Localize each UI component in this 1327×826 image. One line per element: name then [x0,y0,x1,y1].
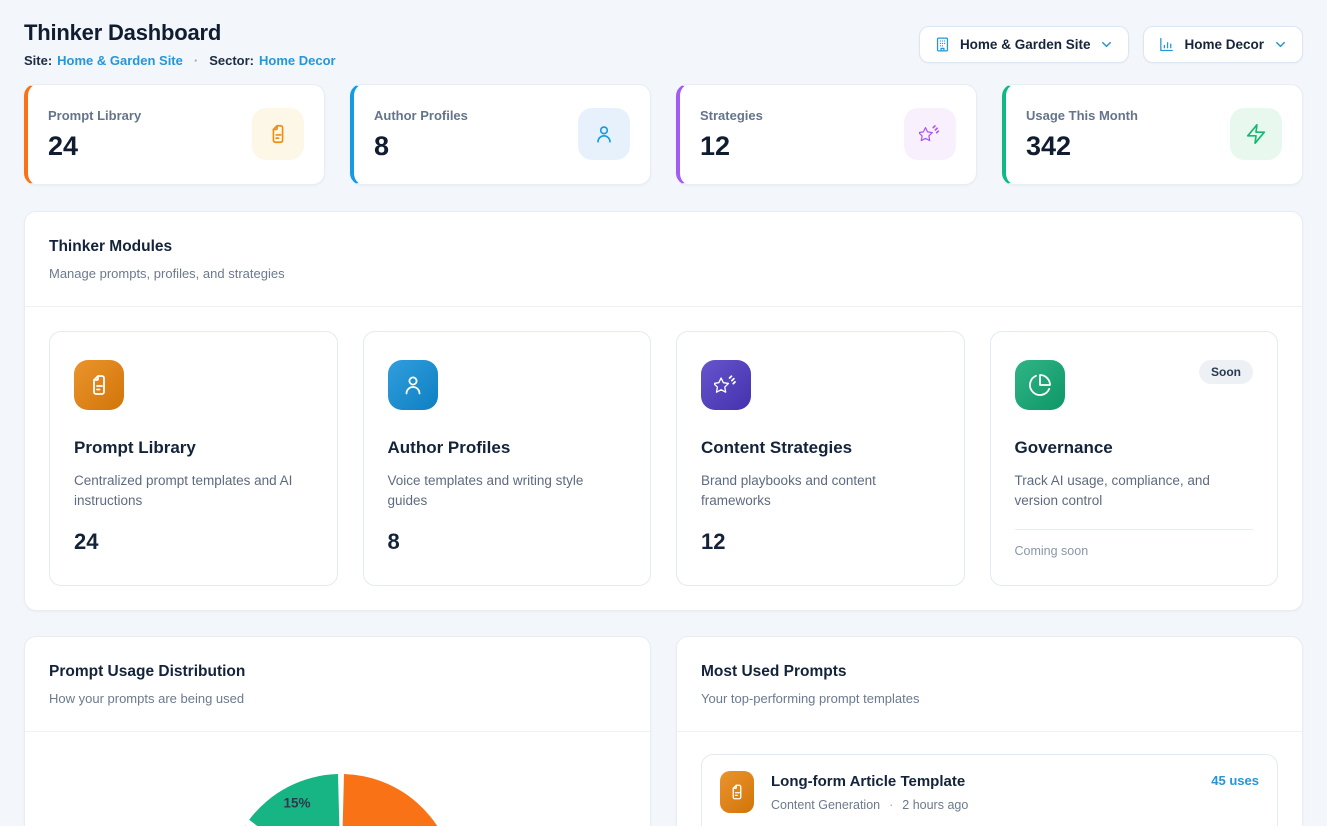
site-link[interactable]: Home & Garden Site [57,53,183,69]
modules-grid: Prompt Library Centralized prompt templa… [25,307,1302,610]
module-count: 12 [701,529,940,555]
chevron-down-icon [1273,37,1288,52]
donut-segment-orange-slice [342,774,456,826]
prompts-list: Long-form Article Template Content Gener… [677,732,1302,826]
breadcrumb: Site: Home & Garden Site · Sector: Home … [24,53,336,69]
title-block: Thinker Dashboard Site: Home & Garden Si… [24,20,336,69]
module-title: Author Profiles [388,437,627,458]
file-text-icon [720,771,754,813]
usage-donut-chart: 15% [221,769,461,826]
module-card-content-strategies[interactable]: Content Strategies Brand playbooks and c… [676,331,965,586]
star-sparkle-icon [904,108,956,160]
user-icon [578,108,630,160]
module-description: Centralized prompt templates and AI inst… [74,471,313,511]
stat-value: 24 [48,130,141,162]
chart-subtitle: How your prompts are being used [49,690,626,707]
star-sparkle-icon [701,360,751,410]
site-selector-label: Home & Garden Site [960,37,1091,52]
module-card-prompt-library[interactable]: Prompt Library Centralized prompt templa… [49,331,338,586]
usage-distribution-card: Prompt Usage Distribution How your promp… [24,636,651,826]
file-text-icon [252,108,304,160]
module-count: 24 [74,529,313,555]
stat-value: 12 [700,130,763,162]
chart-title: Prompt Usage Distribution [49,662,626,681]
section-subtitle: Manage prompts, profiles, and strategies [49,265,1278,282]
prompt-category: Content Generation [771,798,880,812]
donut-segment-label: 15% [283,796,310,811]
stat-label: Usage This Month [1026,107,1138,124]
chart-card-header: Prompt Usage Distribution How your promp… [25,637,650,732]
site-selector-dropdown[interactable]: Home & Garden Site [919,26,1130,63]
stat-value: 342 [1026,130,1138,162]
module-title: Governance [1015,437,1254,458]
module-description: Brand playbooks and content frameworks [701,471,940,511]
topbar: Thinker Dashboard Site: Home & Garden Si… [24,20,1303,69]
coming-soon-label: Coming soon [1015,544,1254,558]
stat-card-strategies: Strategies 12 [676,84,977,185]
prompt-time: 2 hours ago [902,798,968,812]
sector-selector-dropdown[interactable]: Home Decor [1143,26,1303,63]
prompt-title: Long-form Article Template [771,772,1194,791]
stat-label: Author Profiles [374,107,468,124]
module-title: Prompt Library [74,437,313,458]
status-badge: Soon [1199,360,1253,384]
module-title: Content Strategies [701,437,940,458]
stat-card-author-profiles: Author Profiles 8 [350,84,651,185]
usage-count-badge: 45 uses [1211,773,1259,788]
module-description: Voice templates and writing style guides [388,471,627,511]
prompts-subtitle: Your top-performing prompt templates [701,690,1278,707]
sector-label: Sector: [209,53,254,69]
stat-card-prompt-library: Prompt Library 24 [24,84,325,185]
site-label: Site: [24,53,52,69]
page-title: Thinker Dashboard [24,20,336,46]
bottom-row: Prompt Usage Distribution How your promp… [24,636,1303,826]
module-description: Track AI usage, compliance, and version … [1015,471,1254,511]
stat-label: Strategies [700,107,763,124]
module-card-author-profiles[interactable]: Author Profiles Voice templates and writ… [363,331,652,586]
sector-link[interactable]: Home Decor [259,53,336,69]
divider [1015,529,1254,530]
prompts-title: Most Used Prompts [701,662,1278,681]
prompt-meta: Content Generation · 2 hours ago [771,798,1194,812]
pie-chart-icon [1015,360,1065,410]
dashboard-page: Thinker Dashboard Site: Home & Garden Si… [0,0,1327,826]
breadcrumb-separator: · [194,53,198,69]
thinker-modules-section: Thinker Modules Manage prompts, profiles… [24,211,1303,611]
stat-card-usage: Usage This Month 342 [1002,84,1303,185]
building-icon [934,36,951,53]
stats-row: Prompt Library 24 Author Profiles 8 Stra… [24,84,1303,185]
section-title: Thinker Modules [49,237,1278,256]
user-icon [388,360,438,410]
meta-separator: · [889,798,893,812]
file-text-icon [74,360,124,410]
sector-selector-label: Home Decor [1184,37,1264,52]
module-count: 8 [388,529,627,555]
module-card-governance[interactable]: Soon Governance Track AI usage, complian… [990,331,1279,586]
topbar-actions: Home & Garden Site Home Decor [919,26,1303,63]
stat-label: Prompt Library [48,107,141,124]
list-item-prompt[interactable]: Long-form Article Template Content Gener… [701,754,1278,826]
chevron-down-icon [1099,37,1114,52]
most-used-prompts-card: Most Used Prompts Your top-performing pr… [676,636,1303,826]
section-header: Thinker Modules Manage prompts, profiles… [25,212,1302,307]
chart-area: 15% [25,732,650,826]
zap-icon [1230,108,1282,160]
bar-chart-icon [1158,36,1175,53]
prompts-card-header: Most Used Prompts Your top-performing pr… [677,637,1302,732]
stat-value: 8 [374,130,468,162]
